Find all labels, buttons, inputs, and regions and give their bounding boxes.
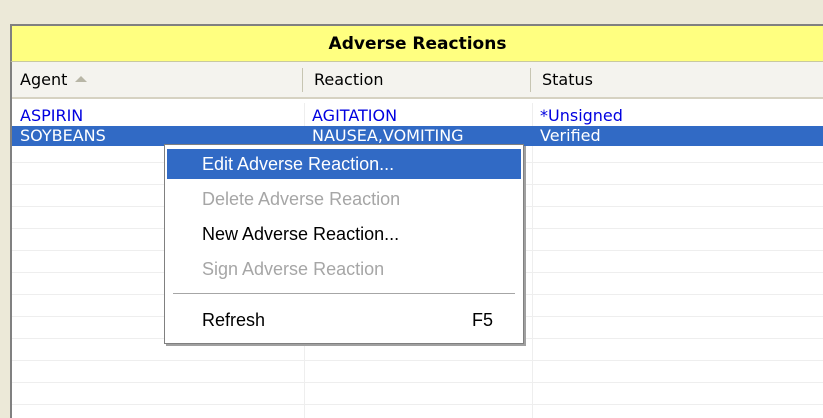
menu-item-shortcut: F5 — [471, 310, 493, 330]
cell-reaction: NAUSEA,VOMITING — [312, 126, 464, 145]
column-header-agent-label: Agent — [20, 70, 68, 89]
column-header-status-label: Status — [542, 70, 593, 89]
menu-item-new-adverse-reaction[interactable]: New Adverse Reaction... — [167, 219, 521, 249]
menu-item-edit-adverse-reaction[interactable]: Edit Adverse Reaction... — [167, 149, 521, 179]
cell-agent: ASPIRIN — [20, 106, 84, 125]
context-menu: Edit Adverse Reaction... Delete Adverse … — [164, 144, 524, 344]
column-header-reaction[interactable]: Reaction — [306, 62, 531, 97]
sort-ascending-icon — [75, 75, 88, 82]
menu-separator — [173, 293, 515, 294]
grid-line — [12, 360, 823, 361]
column-header-row: Agent Reaction Status — [12, 62, 823, 99]
menu-item-label: Sign Adverse Reaction — [202, 259, 385, 279]
table-row-selected[interactable]: SOYBEANS NAUSEA,VOMITING Verified — [12, 126, 823, 146]
menu-item-label: New Adverse Reaction... — [202, 224, 400, 244]
column-header-status[interactable]: Status — [534, 62, 823, 97]
panel-title-text: Adverse Reactions — [328, 33, 507, 54]
menu-item-refresh[interactable]: Refresh F5 — [167, 305, 521, 335]
menu-item-label: Refresh — [202, 310, 266, 330]
grid-line — [12, 382, 823, 383]
column-divider[interactable] — [530, 68, 531, 92]
table-row[interactable]: ASPIRIN AGITATION *Unsigned — [12, 106, 823, 126]
column-divider[interactable] — [302, 68, 303, 92]
column-header-agent[interactable]: Agent — [12, 62, 302, 97]
menu-item-label: Edit Adverse Reaction... — [202, 154, 395, 174]
cell-agent: SOYBEANS — [20, 126, 106, 145]
menu-item-label: Delete Adverse Reaction — [202, 189, 401, 209]
cell-reaction: AGITATION — [312, 106, 398, 125]
grid-line — [12, 404, 823, 405]
cell-status: *Unsigned — [540, 106, 623, 125]
menu-item-sign-adverse-reaction[interactable]: Sign Adverse Reaction — [167, 254, 521, 284]
menu-item-delete-adverse-reaction[interactable]: Delete Adverse Reaction — [167, 184, 521, 214]
grid-line — [532, 103, 533, 418]
cell-status: Verified — [540, 126, 601, 145]
column-header-reaction-label: Reaction — [314, 70, 384, 89]
panel-title: Adverse Reactions — [10, 24, 823, 62]
